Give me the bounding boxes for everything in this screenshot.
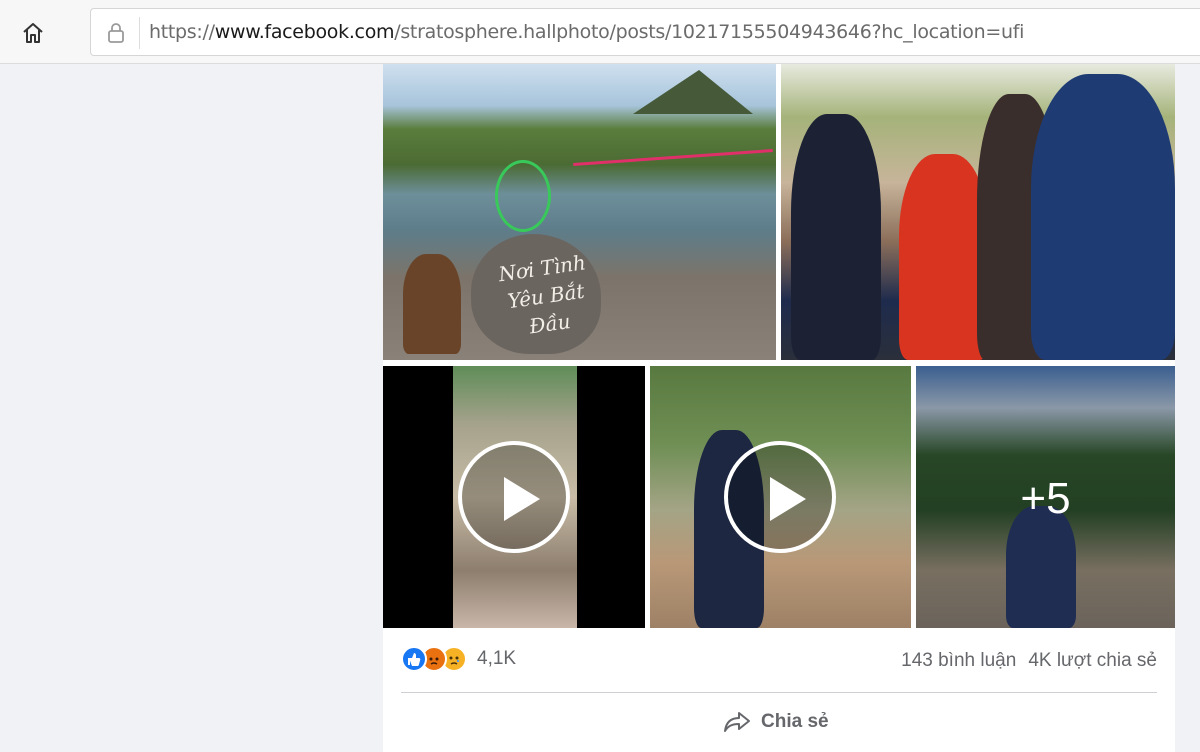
post-photo-1[interactable]: Nơi Tình Yêu Bắt Đầu — [383, 64, 776, 360]
post-photo-more[interactable]: +5 — [916, 366, 1175, 628]
reaction-count: 4,1K — [477, 648, 517, 669]
url-separator — [139, 17, 140, 49]
home-icon — [23, 23, 43, 43]
play-icon — [770, 477, 806, 521]
share-icon — [724, 712, 750, 732]
browser-toolbar: https://www.facebook.com/stratosphere.ha… — [0, 0, 1200, 64]
post-photo-2[interactable] — [781, 64, 1175, 360]
share-label: Chia sẻ — [761, 711, 829, 732]
like-reaction-icon — [401, 646, 427, 672]
home-button[interactable] — [18, 18, 48, 48]
photo-mountain — [633, 70, 753, 114]
post-stats: 143 bình luận 4K lượt chia sẻ — [901, 650, 1157, 672]
reactions-summary[interactable]: 4,1K — [401, 646, 516, 672]
url-text[interactable]: https://www.facebook.com/stratosphere.ha… — [149, 21, 1024, 43]
lock-icon — [108, 23, 124, 43]
share-button[interactable]: Chia sẻ — [723, 710, 829, 734]
photo-person — [791, 114, 881, 360]
photo-person — [1031, 74, 1175, 360]
play-icon — [504, 477, 540, 521]
photo-annotation-line — [573, 149, 773, 166]
photo-person — [403, 254, 461, 354]
photo-person — [899, 154, 989, 360]
footer-divider — [401, 692, 1157, 693]
post-video-1[interactable] — [383, 366, 645, 628]
photo-rock-text: Nơi Tình Yêu Bắt Đầu — [496, 250, 588, 339]
url-prefix: https:// — [149, 21, 215, 43]
share-count[interactable]: 4K lượt chia sẻ — [1028, 650, 1157, 672]
play-button[interactable] — [724, 441, 836, 553]
url-host: www.facebook.com — [214, 21, 395, 43]
comment-count[interactable]: 143 bình luận — [901, 650, 1016, 672]
post-card: Nơi Tình Yêu Bắt Đầu +5 4,1K 143 bình lu… — [383, 64, 1175, 752]
play-button[interactable] — [458, 441, 570, 553]
url-path: /stratosphere.hallphoto/posts/1021715550… — [394, 21, 1025, 43]
more-photos-count: +5 — [1020, 474, 1071, 523]
photo-annotation-circle — [495, 160, 551, 232]
address-bar[interactable]: https://www.facebook.com/stratosphere.ha… — [90, 8, 1200, 56]
post-video-2[interactable] — [650, 366, 911, 628]
